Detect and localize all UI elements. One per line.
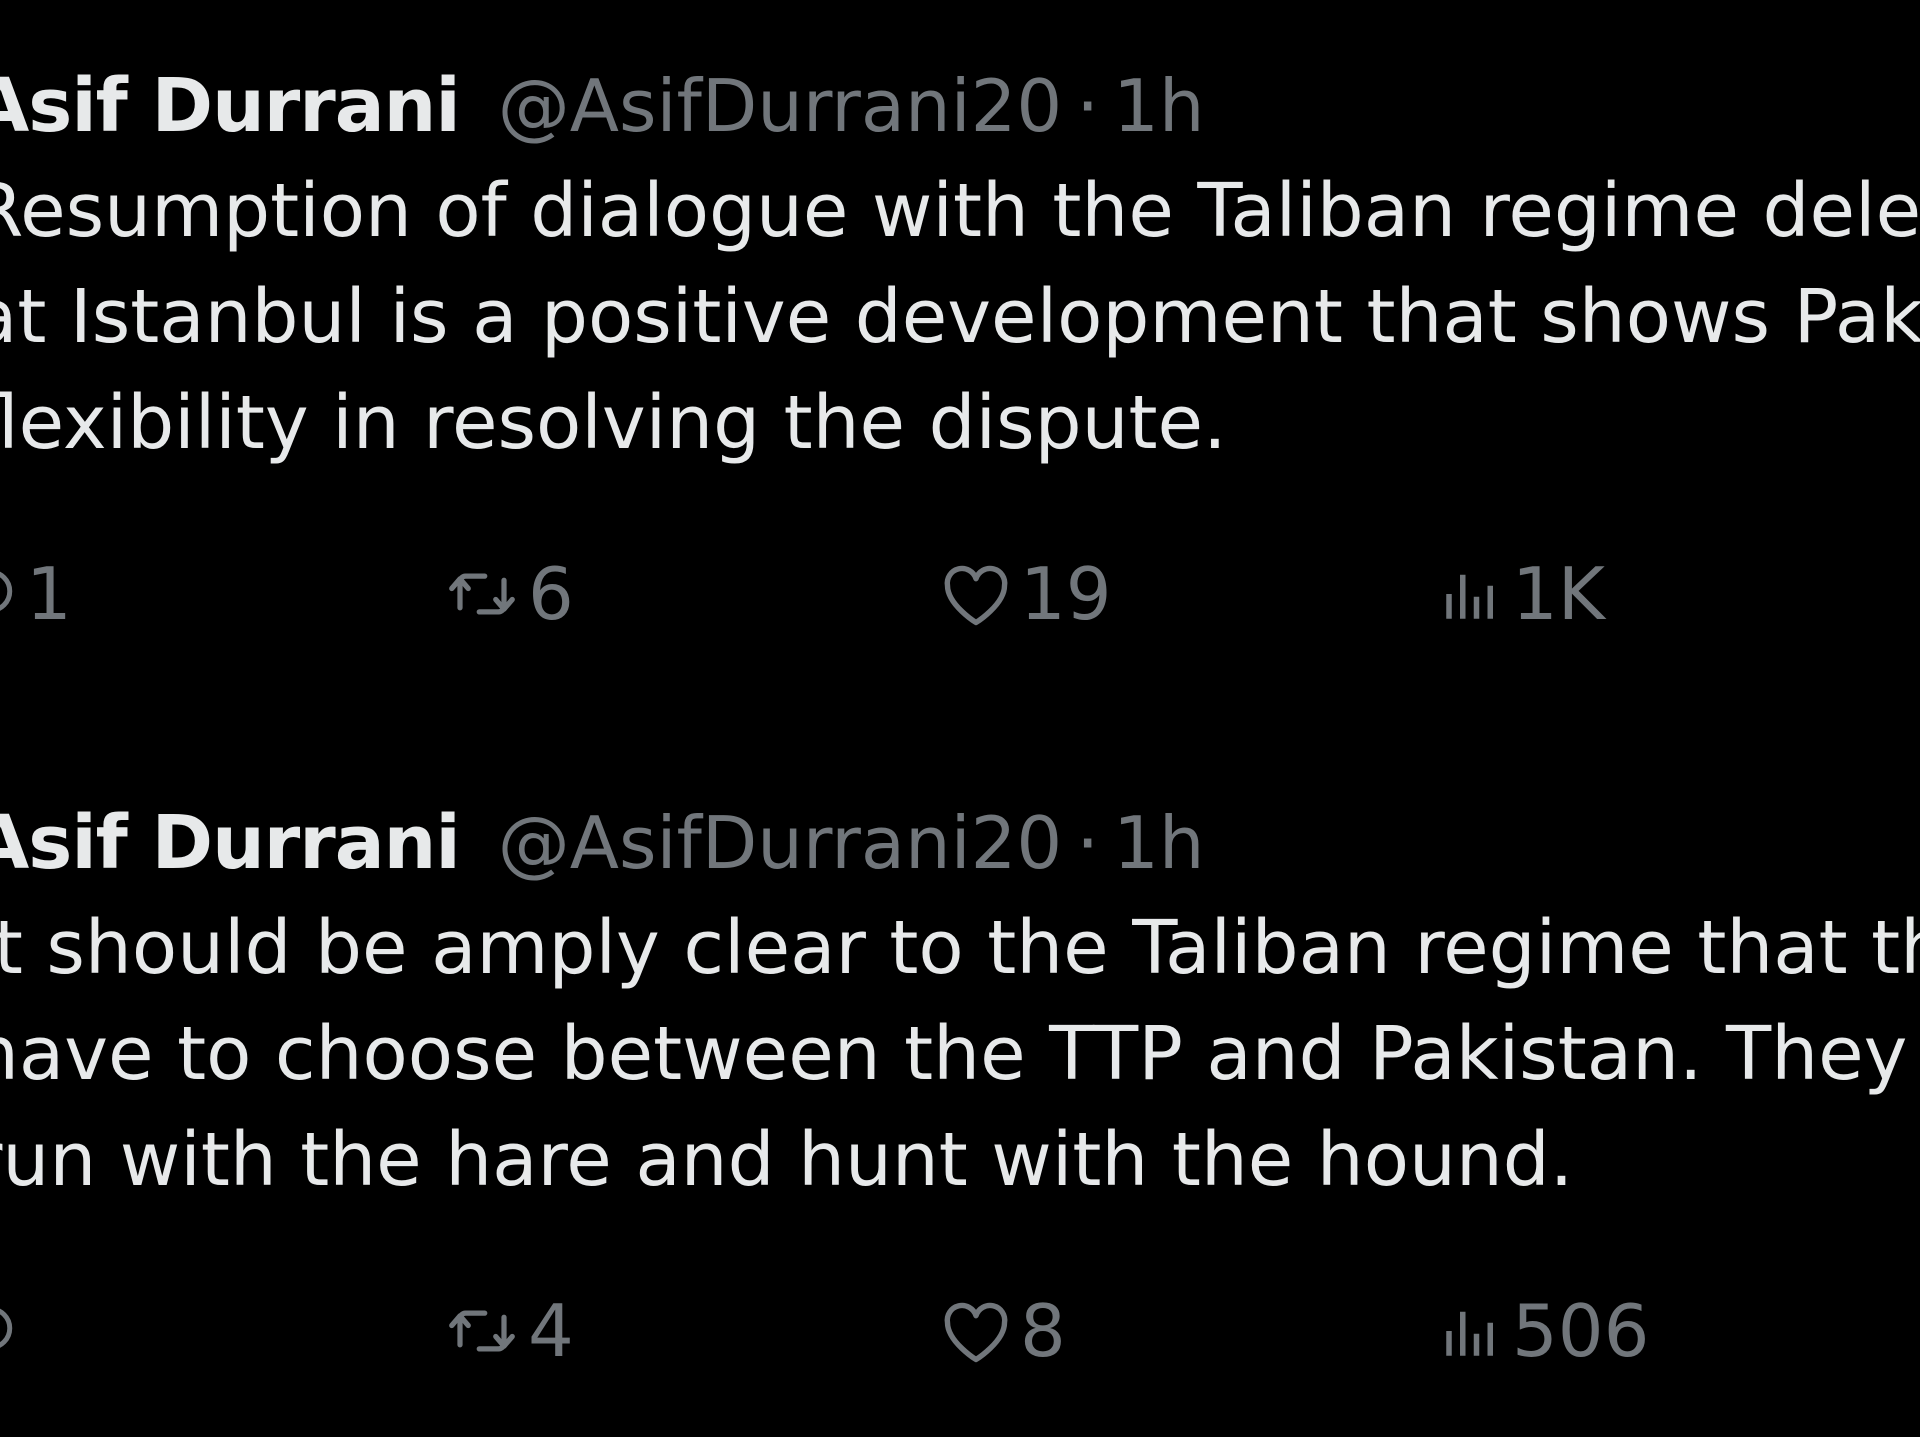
tweet-text-line: run with the hare and hunt with the houn…	[0, 1117, 1574, 1203]
like-button[interactable]: 8	[940, 1283, 1066, 1379]
reply-button[interactable]	[0, 1283, 26, 1379]
retweet-icon	[444, 561, 520, 627]
tweet-text-line: It should be amply clear to the Taliban …	[0, 905, 1920, 991]
views-count: 1K	[1512, 552, 1606, 636]
retweet-button[interactable]: 4	[444, 1283, 574, 1379]
tweet-header: Asif Durrani @AsifDurrani20 · 1h	[0, 58, 1920, 154]
tweet[interactable]: Asif Durrani @AsifDurrani20 · 1h It shou…	[0, 795, 1920, 1379]
retweet-icon	[444, 1298, 520, 1364]
tweet-header: Asif Durrani @AsifDurrani20 · 1h	[0, 795, 1920, 891]
tweet-action-bar: 4 8 506	[0, 1283, 1920, 1379]
views-count: 506	[1512, 1289, 1650, 1373]
heart-icon	[940, 561, 1012, 627]
tweet-action-bar: 1 6 19 1K	[0, 546, 1920, 642]
tweet-text-line: at Istanbul is a positive development th…	[0, 274, 1920, 360]
views-bar-chart-icon	[1438, 1298, 1504, 1364]
reply-count: 1	[26, 552, 72, 636]
like-count: 19	[1020, 552, 1112, 636]
tweet-text: It should be amply clear to the Taliban …	[0, 895, 1920, 1213]
tweet-feed: Asif Durrani @AsifDurrani20 · 1h Resumpt…	[0, 0, 1920, 1437]
tweet-text-line: flexibility in resolving the dispute.	[0, 380, 1227, 466]
reply-icon	[0, 561, 18, 627]
like-count: 8	[1020, 1289, 1066, 1373]
tweet[interactable]: Asif Durrani @AsifDurrani20 · 1h Resumpt…	[0, 58, 1920, 642]
views-button[interactable]: 1K	[1438, 546, 1605, 642]
reply-button[interactable]: 1	[0, 546, 72, 642]
author-display-name[interactable]: Asif Durrani	[0, 58, 461, 154]
header-separator: ·	[1076, 64, 1100, 148]
views-bar-chart-icon	[1438, 561, 1504, 627]
tweet-text-line: Resumption of dialogue with the Taliban …	[0, 168, 1920, 254]
like-button[interactable]: 19	[940, 546, 1112, 642]
heart-icon	[940, 1298, 1012, 1364]
reply-icon	[0, 1298, 18, 1364]
retweet-count: 4	[528, 1289, 574, 1373]
tweet-timestamp[interactable]: 1h	[1113, 58, 1204, 154]
header-separator: ·	[1076, 801, 1100, 885]
retweet-count: 6	[528, 552, 574, 636]
tweet-text: Resumption of dialogue with the Taliban …	[0, 158, 1920, 476]
views-button[interactable]: 506	[1438, 1283, 1649, 1379]
author-display-name[interactable]: Asif Durrani	[0, 795, 461, 891]
author-handle[interactable]: @AsifDurrani20	[498, 58, 1063, 154]
tweet-text-line: have to choose between the TTP and Pakis…	[0, 1011, 1908, 1097]
tweet-timestamp[interactable]: 1h	[1113, 795, 1204, 891]
author-handle[interactable]: @AsifDurrani20	[498, 795, 1063, 891]
retweet-button[interactable]: 6	[444, 546, 574, 642]
